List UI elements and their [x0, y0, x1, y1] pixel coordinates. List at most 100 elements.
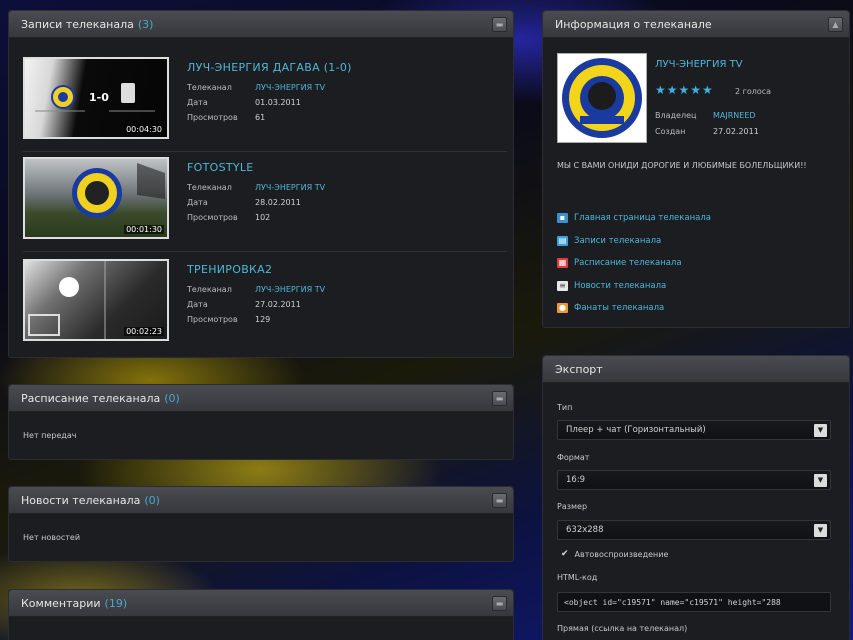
link-label: Расписание телеканала: [574, 258, 682, 269]
club-crest-icon: [562, 58, 642, 138]
record-views-row: Просмотров 61: [187, 113, 265, 122]
divider: [23, 151, 507, 152]
record-date-row: Дата 27.02.2011: [187, 300, 301, 309]
record-channel-row: Телеканал ЛУЧ-ЭНЕРГИЯ TV: [187, 83, 325, 92]
thumb-score: 1-0: [89, 91, 109, 104]
home-icon: ▪: [557, 213, 568, 224]
schedule-panel-header: Расписание телеканала (0) ▬: [9, 385, 513, 412]
format-label: Формат: [557, 453, 590, 462]
record-item[interactable]: 1-0 00:04:30 ЛУЧ-ЭНЕРГИЯ ДАГАВА (1-0) Те…: [23, 57, 503, 141]
link-label: Новости телеканала: [574, 280, 667, 291]
info-panel-header: Информация о телеканале ▲: [543, 11, 849, 38]
channel-description: МЫ С ВАМИ ОНИДИ ДОРОГИЕ И ЛЮБИМЫЕ БОЛЕЛЬ…: [557, 161, 807, 170]
views-label: Просмотров: [187, 113, 238, 122]
records-count: (3): [137, 17, 154, 31]
duration-badge: 00:01:30: [124, 225, 164, 234]
collapse-up-icon[interactable]: ▲: [828, 17, 843, 32]
record-thumbnail[interactable]: 00:02:23: [23, 259, 169, 341]
html-code-label: HTML-код: [557, 573, 598, 582]
duration-badge: 00:04:30: [124, 125, 164, 134]
collapse-icon[interactable]: ▬: [492, 17, 507, 32]
channel-link[interactable]: ЛУЧ-ЭНЕРГИЯ TV: [255, 183, 325, 192]
channel-label: Телеканал: [187, 83, 232, 92]
news-panel: Новости телеканала (0) ▬ Нет новостей: [8, 486, 514, 562]
rating-stars[interactable]: ★★★★★: [655, 83, 714, 97]
views-value: 102: [255, 213, 271, 222]
record-views-row: Просмотров 129: [187, 315, 270, 324]
divider: [23, 251, 507, 252]
date-label: Дата: [187, 198, 208, 207]
autoplay-checkbox-row[interactable]: ✔ Автовоспроизведение: [561, 549, 668, 559]
comments-panel-title: Комментарии: [21, 596, 101, 610]
news-panel-header: Новости телеканала (0) ▬: [9, 487, 513, 514]
link-channel-home[interactable]: ▪ Главная страница телеканала: [557, 207, 711, 230]
record-channel-row: Телеканал ЛУЧ-ЭНЕРГИЯ TV: [187, 285, 325, 294]
chevron-down-icon[interactable]: ▼: [814, 424, 827, 437]
owner-label: Владелец: [655, 111, 697, 120]
record-item[interactable]: 00:02:23 ТРЕНИРОВКА2 Телеканал ЛУЧ-ЭНЕРГ…: [23, 259, 503, 343]
views-value: 129: [255, 315, 271, 324]
size-select-value: 632x288: [566, 525, 604, 535]
schedule-panel: Расписание телеканала (0) ▬ Нет передач: [8, 384, 514, 460]
link-label: Фанаты телеканала: [574, 303, 665, 314]
html-code-field[interactable]: <object id="c19571" name="c19571" height…: [557, 592, 831, 612]
owner-link[interactable]: MAJRNEED: [713, 111, 756, 120]
link-channel-fans[interactable]: ● Фанаты телеканала: [557, 297, 711, 320]
channel-label: Телеканал: [187, 285, 232, 294]
channel-link[interactable]: ЛУЧ-ЭНЕРГИЯ TV: [255, 83, 325, 92]
record-date-row: Дата 28.02.2011: [187, 198, 301, 207]
news-count: (0): [144, 493, 160, 507]
date-value: 27.02.2011: [255, 300, 301, 309]
type-select[interactable]: Плеер + чат (Горизонтальный) ▼: [557, 420, 831, 440]
schedule-empty-text: Нет передач: [23, 431, 77, 440]
record-thumbnail[interactable]: 1-0 00:04:30: [23, 57, 169, 139]
type-select-value: Плеер + чат (Горизонтальный): [566, 425, 706, 435]
created-label: Создан: [655, 127, 686, 136]
channel-info-panel: Информация о телеканале ▲ ЛУЧ-ЭНЕРГИЯ TV…: [542, 10, 850, 328]
records-panel-title: Записи телеканала: [21, 17, 134, 31]
export-panel-title: Экспорт: [555, 362, 603, 376]
record-channel-row: Телеканал ЛУЧ-ЭНЕРГИЯ TV: [187, 183, 325, 192]
film-icon: ▤: [557, 235, 568, 246]
comments-panel: Комментарии (19) ▬: [8, 589, 514, 640]
chevron-down-icon[interactable]: ▼: [814, 524, 827, 537]
format-select[interactable]: 16:9 ▼: [557, 470, 831, 490]
record-item[interactable]: 00:01:30 FOTOSTYLE Телеканал ЛУЧ-ЭНЕРГИЯ…: [23, 157, 503, 241]
collapse-icon[interactable]: ▬: [492, 596, 507, 611]
export-panel: Экспорт Тип Плеер + чат (Горизонтальный)…: [542, 355, 850, 640]
calendar-icon: ▦: [557, 258, 568, 269]
direct-link-label: Прямая (ссылка на телеканал): [557, 624, 688, 633]
info-panel-title: Информация о телеканале: [555, 17, 712, 31]
collapse-icon[interactable]: ▬: [492, 493, 507, 508]
export-panel-header: Экспорт: [543, 356, 849, 383]
record-thumbnail[interactable]: 00:01:30: [23, 157, 169, 239]
collapse-icon[interactable]: ▬: [492, 391, 507, 406]
channel-name-link[interactable]: ЛУЧ-ЭНЕРГИЯ TV: [655, 59, 743, 70]
channel-link[interactable]: ЛУЧ-ЭНЕРГИЯ TV: [255, 285, 325, 294]
size-select[interactable]: 632x288 ▼: [557, 520, 831, 540]
date-value: 28.02.2011: [255, 198, 301, 207]
schedule-count: (0): [164, 391, 180, 405]
checkmark-icon[interactable]: ✔: [561, 549, 569, 559]
date-label: Дата: [187, 300, 208, 309]
size-label: Размер: [557, 502, 588, 511]
chevron-down-icon[interactable]: ▼: [814, 474, 827, 487]
link-channel-news[interactable]: ≡ Новости телеканала: [557, 275, 711, 298]
link-channel-records[interactable]: ▤ Записи телеканала: [557, 230, 711, 253]
channel-logo[interactable]: [557, 53, 647, 143]
channel-label: Телеканал: [187, 183, 232, 192]
duration-badge: 00:02:23: [124, 327, 164, 336]
record-title-link[interactable]: ТРЕНИРОВКА2: [187, 263, 272, 276]
record-title-link[interactable]: FOTOSTYLE: [187, 161, 254, 174]
date-value: 01.03.2011: [255, 98, 301, 107]
autoplay-label: Автовоспроизведение: [574, 549, 669, 559]
created-value: 27.02.2011: [713, 127, 759, 136]
record-title-link[interactable]: ЛУЧ-ЭНЕРГИЯ ДАГАВА (1-0): [187, 61, 352, 74]
link-label: Записи телеканала: [574, 235, 662, 246]
link-channel-schedule[interactable]: ▦ Расписание телеканала: [557, 252, 711, 275]
votes-count: 2 голоса: [735, 87, 772, 96]
views-label: Просмотров: [187, 213, 238, 222]
schedule-panel-title: Расписание телеканала: [21, 391, 161, 405]
link-label: Главная страница телеканала: [574, 213, 712, 224]
channel-links: ▪ Главная страница телеканала ▤ Записи т…: [557, 207, 711, 320]
